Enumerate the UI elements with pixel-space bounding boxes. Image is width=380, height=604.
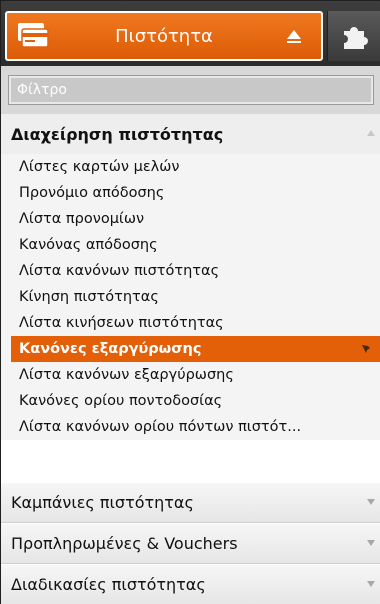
module-tab-loyalty[interactable]: Πιστότητα	[5, 11, 323, 61]
section-label: Διαχείρηση πιστότητας	[11, 124, 224, 144]
section-label: Διαδικασίες πιστότητας	[11, 575, 206, 594]
filter-bar	[1, 66, 380, 114]
menu-header: Πιστότητα	[1, 1, 380, 66]
chevron-down-icon	[367, 581, 375, 587]
section-loyalty-processes[interactable]: Διαδικασίες πιστότητας	[1, 565, 380, 604]
section-label: Καμπάνιες πιστότητας	[11, 493, 194, 512]
section-items: Λίστες καρτών μελών Προνόμιο απόδοσης Λί…	[1, 154, 380, 440]
chevron-down-icon	[367, 499, 375, 505]
menu-item-redemption-rules[interactable]: Κανόνες εξαργύρωσης	[11, 336, 380, 362]
menu-item-reward-privilege[interactable]: Προνόμιο απόδοσης	[1, 180, 380, 206]
plugins-button[interactable]	[327, 11, 380, 61]
section-prepaid-vouchers[interactable]: Προπληρωμένες & Vouchers	[1, 524, 380, 564]
menu-item-member-card-lists[interactable]: Λίστες καρτών μελών	[1, 154, 380, 180]
eject-collapse-icon[interactable]	[287, 30, 301, 43]
menu-sections: Διαχείρηση πιστότητας Λίστες καρτών μελώ…	[1, 114, 380, 604]
puzzle-piece-icon	[344, 27, 368, 49]
loyalty-menu-panel: Πιστότητα Διαχείρηση πιστότητας Λίστες κ…	[0, 0, 380, 604]
menu-item-points-limit-rules[interactable]: Κανόνες ορίου ποντοδοσίας	[1, 388, 380, 414]
menu-item-reward-rule[interactable]: Κανόνας απόδοσης	[1, 232, 380, 258]
pin-icon[interactable]	[361, 344, 371, 354]
section-loyalty-management[interactable]: Διαχείρηση πιστότητας	[1, 114, 380, 154]
menu-item-loyalty-transaction[interactable]: Κίνηση πιστότητας	[1, 284, 380, 310]
menu-item-loyalty-rules-list[interactable]: Λίστα κανόνων πιστότητας	[1, 258, 380, 284]
menu-item-loyalty-transactions-list[interactable]: Λίστα κινήσεων πιστότητας	[1, 310, 380, 336]
menu-item-privileges-list[interactable]: Λίστα προνομίων	[1, 206, 380, 232]
menu-item-points-limit-rules-list[interactable]: Λίστα κανόνων ορίου πόντων πιστότ...	[1, 414, 380, 440]
filter-input[interactable]	[8, 75, 374, 105]
chevron-up-icon	[367, 130, 375, 136]
menu-item-label: Κανόνες εξαργύρωσης	[19, 341, 202, 357]
section-loyalty-campaigns[interactable]: Καμπάνιες πιστότητας	[1, 483, 380, 523]
chevron-down-icon	[367, 540, 375, 546]
section-label: Προπληρωμένες & Vouchers	[11, 534, 238, 553]
menu-item-redemption-rules-list[interactable]: Λίστα κανόνων εξαργύρωσης	[1, 362, 380, 388]
module-title: Πιστότητα	[115, 25, 213, 47]
